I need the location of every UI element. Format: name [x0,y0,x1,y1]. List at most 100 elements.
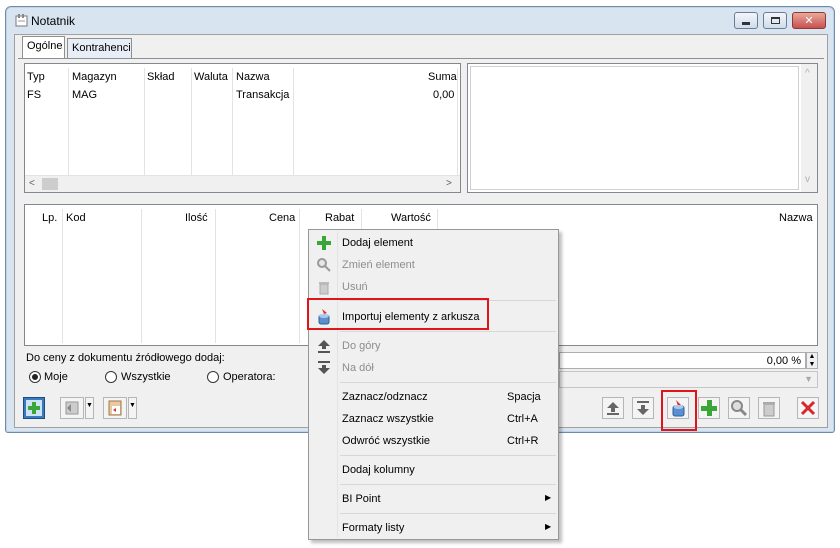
menu-item-label: Do góry [342,340,381,352]
col-header-nazwa[interactable]: Nazwa [236,71,270,83]
menu-item-label: Zmień element [342,259,415,271]
tab-strip-line [18,58,824,59]
edit-element-button[interactable] [728,397,750,419]
scroll-thumb[interactable] [42,178,58,190]
cancel-button[interactable] [797,397,819,419]
col-header-lp[interactable]: Lp. [42,212,57,224]
col-header-typ[interactable]: Typ [27,71,45,83]
percent-field[interactable]: 0,00 % [559,352,806,369]
maximize-button[interactable] [763,12,787,29]
horizontal-scrollbar[interactable]: < > [25,175,460,192]
radio-operatora[interactable] [207,371,219,383]
col-header-suma[interactable]: Suma [428,71,457,83]
menu-item-label: Usuń [342,281,368,293]
menu-item-label: Zaznacz/odznacz [342,391,428,403]
col-header-nazwa[interactable]: Nazwa [779,212,813,224]
copy-button[interactable] [60,397,84,419]
preview-panel[interactable]: ^ v [467,63,818,193]
spin-down-icon[interactable]: ▼ [809,361,816,368]
scroll-left-icon[interactable]: < [29,178,35,189]
col-header-magazyn[interactable]: Magazyn [72,71,117,83]
column-divider [141,209,142,343]
close-icon [800,400,816,416]
menu-item-zaznacz-odznacz[interactable]: Zaznacz/odznacz Spacja [310,386,557,408]
paste-button[interactable] [103,397,127,419]
percent-spinner[interactable]: ▲ ▼ [806,352,818,369]
tab-ogolne[interactable]: Ogólne [22,36,65,59]
cell-magazyn: MAG [72,89,98,101]
scroll-right-icon[interactable]: > [446,178,452,189]
copy-dropdown-button[interactable]: ▼ [85,397,94,419]
chevron-down-icon[interactable]: ▼ [804,374,813,384]
minimize-button[interactable] [734,12,758,29]
column-divider [191,68,192,176]
spin-up-icon[interactable]: ▲ [809,353,816,360]
cell-suma: 0,00 [433,89,455,101]
menu-separator [340,382,556,383]
col-header-cena[interactable]: Cena [269,212,295,224]
tab-label: Kontrahenci [72,42,131,54]
highlight-import-button [661,390,697,431]
radio-moje-label[interactable]: Moje [44,371,68,383]
menu-item-na-dol[interactable]: Na dół [310,357,557,379]
col-header-rabat[interactable]: Rabat [325,212,354,224]
menu-item-odwroc-wszystkie[interactable]: Odwróć wszystkie Ctrl+R [310,430,557,452]
price-source-label: Do ceny z dokumentu źródłowego dodaj: [26,352,225,364]
table-row[interactable]: FS MAG Transakcja 0,00 [25,86,460,102]
delete-element-button[interactable] [758,397,780,419]
radio-moje[interactable] [29,371,41,383]
col-header-kod[interactable]: Kod [66,212,86,224]
dropdown-arrow-icon: ▼ [86,402,93,409]
cell-nazwa: Transakcja [236,89,290,101]
col-header-ilosc[interactable]: Ilość [185,212,208,224]
paste-icon [108,400,122,416]
menu-item-shortcut: Ctrl+R [507,435,539,447]
menu-item-bi-point[interactable]: BI Point ▶ [310,488,557,510]
col-header-waluta[interactable]: Waluta [194,71,228,83]
menu-item-do-gory[interactable]: Do góry [310,335,557,357]
col-header-wartosc[interactable]: Wartość [391,212,431,224]
column-divider [215,209,216,343]
radio-wszystkie[interactable] [105,371,117,383]
vertical-scrollbar[interactable]: ^ v [801,64,817,192]
trash-icon [763,402,775,417]
column-divider [232,68,233,176]
column-divider [299,209,300,343]
close-button[interactable]: ✕ [792,12,826,29]
radio-operatora-label[interactable]: Operatora: [223,371,276,383]
tab-kontrahenci[interactable]: Kontrahenci [67,38,132,58]
radio-wszystkie-label[interactable]: Wszystkie [121,371,171,383]
menu-item-dodaj-kolumny[interactable]: Dodaj kolumny [310,459,557,481]
col-header-sklad[interactable]: Skład [147,71,175,83]
add-document-button[interactable] [23,397,45,419]
trash-icon [316,279,332,295]
operator-combo[interactable]: ▼ [559,371,818,388]
highlight-import-menu-item [307,298,489,330]
menu-separator [340,513,556,514]
menu-item-label: Odwróć wszystkie [342,435,431,447]
documents-grid[interactable]: Typ Magazyn Skład Waluta Nazwa Suma FS M… [24,63,461,193]
menu-item-zaznacz-wszystkie[interactable]: Zaznacz wszystkie Ctrl+A [310,408,557,430]
menu-item-usun[interactable]: Usuń [310,276,557,298]
menu-item-formaty-listy[interactable]: Formaty listy ▶ [310,517,557,539]
move-up-icon [316,338,332,354]
scroll-down-icon[interactable]: v [805,174,810,185]
window-title: Notatnik [31,14,76,28]
scroll-up-icon[interactable]: ^ [805,68,810,79]
column-divider [144,68,145,176]
column-divider [68,68,69,176]
column-divider [62,209,63,343]
menu-item-zmien-element[interactable]: Zmień element [310,254,557,276]
move-up-button[interactable] [602,397,624,419]
menu-item-label: Dodaj element [342,237,413,249]
submenu-arrow-icon: ▶ [545,493,552,502]
menu-item-shortcut: Spacja [507,391,541,403]
add-element-button[interactable] [698,397,720,419]
menu-item-dodaj-element[interactable]: Dodaj element [310,232,557,254]
menu-separator [340,455,556,456]
paste-dropdown-button[interactable]: ▼ [128,397,137,419]
minimize-icon [742,21,750,25]
move-down-icon [316,360,332,376]
dropdown-arrow-icon: ▼ [129,402,136,409]
move-down-button[interactable] [632,397,654,419]
